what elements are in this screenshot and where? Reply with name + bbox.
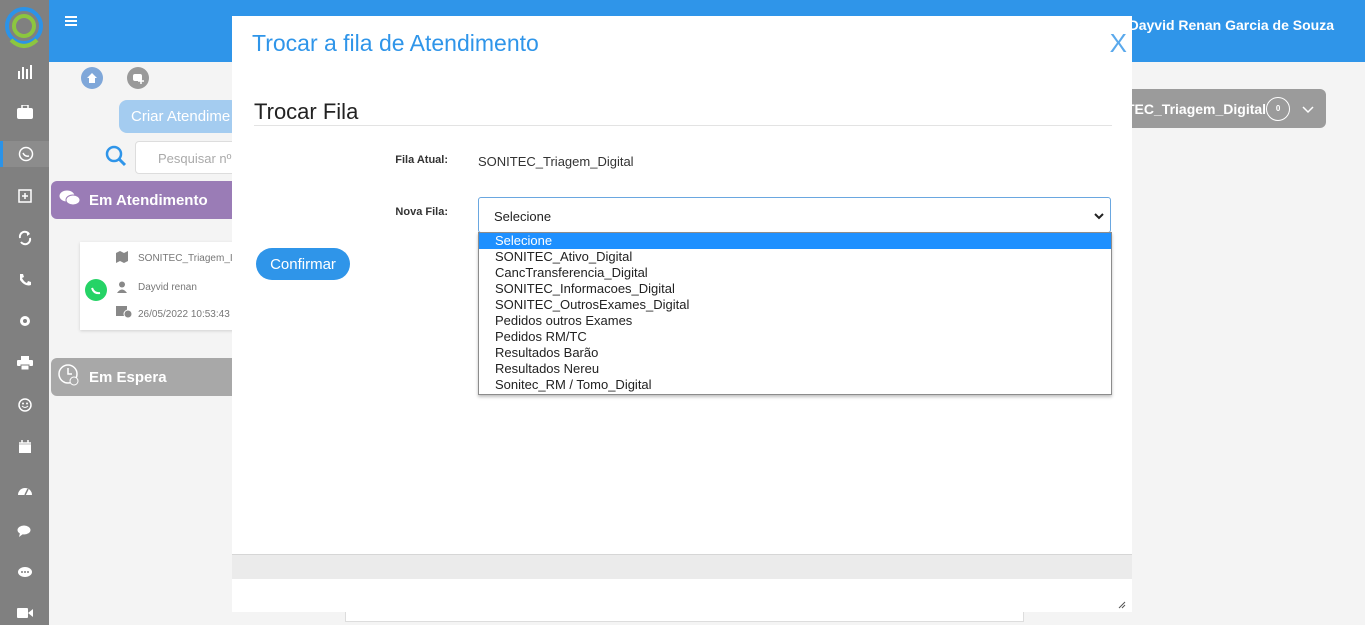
modal-title: Trocar a fila de Atendimento (252, 30, 539, 56)
card-user: Dayvid renan (138, 282, 197, 293)
map-icon (115, 250, 129, 269)
em-espera-header[interactable]: Em Espera (51, 358, 241, 396)
bar-chart-icon[interactable] (13, 60, 37, 84)
section-title: Trocar Fila (254, 99, 359, 124)
video-icon[interactable] (13, 601, 37, 625)
user-name[interactable]: Dayvid Renan Garcia de Souza (1129, 17, 1334, 33)
whatsapp-icon[interactable] (0, 141, 49, 167)
chat-bubbles-icon[interactable] (13, 519, 37, 543)
menu-toggle-icon[interactable] (65, 16, 77, 28)
option-item[interactable]: Resultados Barão (479, 345, 1111, 361)
card-date: 26/05/2022 10:53:43 (138, 309, 230, 320)
em-espera-label: Em Espera (89, 368, 167, 386)
app-logo[interactable] (3, 4, 45, 54)
gear-icon[interactable] (13, 309, 37, 333)
close-button[interactable]: X (1110, 28, 1127, 59)
home-icon[interactable] (81, 67, 103, 89)
confirmar-button[interactable]: Confirmar (256, 248, 350, 280)
search-icon (105, 145, 127, 172)
option-item[interactable]: CancTransferencia_Digital (479, 265, 1111, 281)
option-item[interactable]: Pedidos outros Exames (479, 313, 1111, 329)
calendar-icon[interactable] (13, 435, 37, 459)
trocar-fila-modal: Trocar a fila de Atendimento X Trocar Fi… (232, 16, 1132, 612)
option-item[interactable]: SONITEC_OutrosExames_Digital (479, 297, 1111, 313)
dashboard-icon[interactable] (13, 478, 37, 502)
user-icon (116, 280, 128, 298)
option-item[interactable]: Pedidos RM/TC (479, 329, 1111, 345)
smile-icon[interactable] (13, 393, 37, 417)
em-atendimento-label: Em Atendimento (89, 191, 208, 209)
chat-bubbles-icon (59, 189, 81, 211)
left-sidebar (0, 0, 49, 625)
search-input[interactable]: Pesquisar nº (135, 141, 245, 174)
fila-options-list: Selecione SONITEC_Ativo_Digital CancTran… (478, 232, 1112, 395)
new-chat-icon[interactable] (127, 67, 149, 89)
chevron-down-icon (1302, 101, 1314, 117)
fila-pill-label: TEC_Triagem_Digital (1126, 100, 1267, 117)
briefcase-icon[interactable] (13, 100, 37, 124)
option-item[interactable]: SONITEC_Informacoes_Digital (479, 281, 1111, 297)
calendar-clock-icon (116, 304, 133, 323)
option-item[interactable]: SONITEC_Ativo_Digital (479, 249, 1111, 265)
select-value: Selecione (494, 209, 552, 224)
card-fila: SONITEC_Triagem_I (138, 253, 233, 264)
section-divider (254, 125, 1112, 126)
option-item[interactable]: Resultados Nereu (479, 361, 1111, 377)
fila-atual-value: SONITEC_Triagem_Digital (478, 154, 634, 169)
modal-footer (232, 554, 1132, 579)
chevron-down-icon (1094, 209, 1104, 220)
resize-grip-icon[interactable] (1118, 596, 1126, 609)
fila-count-badge: 0 (1266, 96, 1291, 121)
phone-icon[interactable] (13, 268, 37, 292)
nova-fila-label: Nova Fila: (395, 206, 448, 218)
em-atendimento-header[interactable]: Em Atendimento (51, 181, 241, 219)
printer-icon[interactable] (13, 351, 37, 375)
plus-square-icon[interactable] (13, 184, 37, 208)
refresh-icon[interactable] (13, 226, 37, 250)
nova-fila-select[interactable]: Selecione (478, 197, 1111, 233)
comment-icon[interactable] (13, 561, 37, 585)
option-item[interactable]: Sonitec_RM / Tomo_Digital (479, 377, 1111, 393)
fila-atual-label: Fila Atual: (395, 154, 448, 166)
atendimento-card[interactable]: SONITEC_Triagem_I Dayvid renan 26/05/202… (80, 242, 240, 330)
fila-selector[interactable]: TEC_Triagem_Digital 0 (1112, 89, 1326, 128)
whatsapp-icon (84, 278, 108, 307)
criar-atendimento-button[interactable]: Criar Atendime (119, 100, 239, 133)
clock-icon (57, 363, 81, 391)
option-item[interactable]: Selecione (479, 233, 1111, 249)
